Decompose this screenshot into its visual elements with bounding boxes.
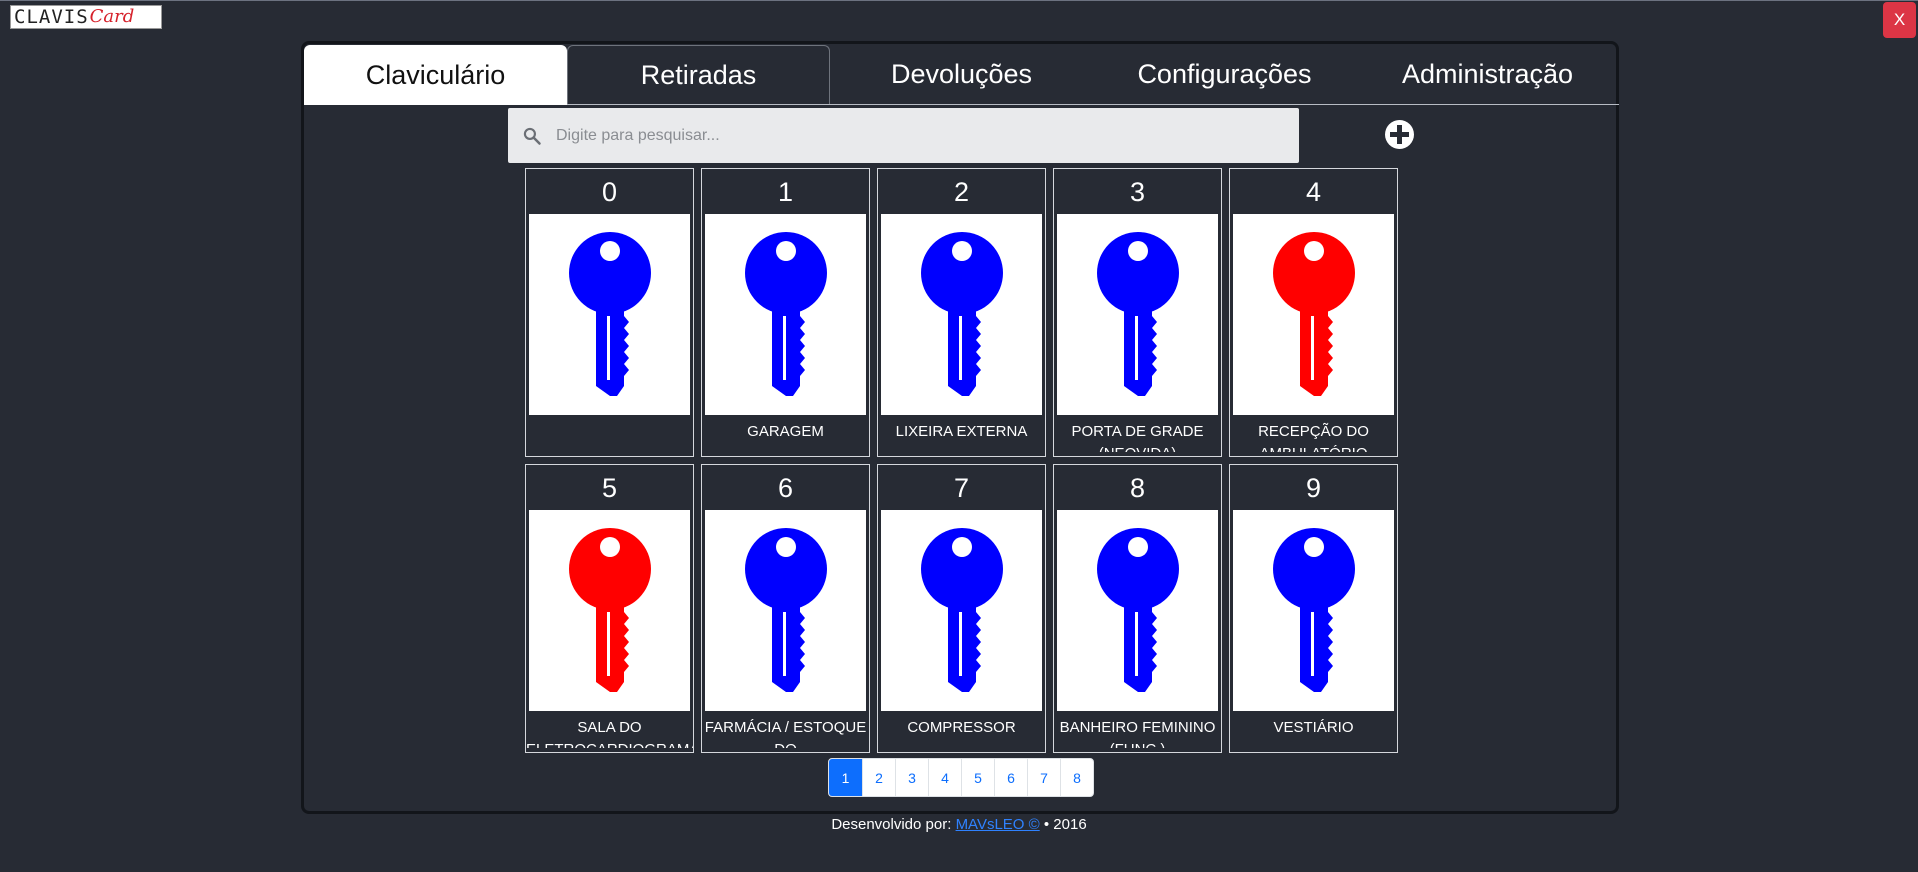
footer-suffix: • 2016	[1043, 816, 1087, 833]
clavis-card-logo: CLAVIS Card	[10, 5, 162, 29]
key-icon	[1273, 528, 1355, 692]
key-label: RECEPÇÃO DO AMBULATÓRIO	[1258, 423, 1369, 452]
key-icon	[569, 528, 651, 692]
key-label: LIXEIRA EXTERNA	[895, 423, 1028, 440]
tab-administracao[interactable]: Administração	[1356, 45, 1619, 104]
key-number: 9	[1305, 473, 1322, 503]
key-icon	[1273, 232, 1355, 396]
logo-text-card: Card	[89, 6, 135, 27]
page-link[interactable]: 3	[895, 759, 928, 796]
top-border	[0, 0, 1918, 1]
key-label: COMPRESSOR	[907, 719, 1016, 736]
page-link[interactable]: 8	[1060, 759, 1093, 796]
key-icon	[921, 528, 1003, 692]
key-number: 8	[1129, 473, 1146, 503]
key-icon	[569, 232, 651, 396]
key-card[interactable]: 2 LIXEIRA EXTERNA	[877, 168, 1046, 457]
key-label	[526, 421, 693, 452]
close-button[interactable]: X	[1883, 2, 1916, 38]
key-label: BANHEIRO FEMININO (FUNC.)	[1059, 719, 1216, 748]
tab-retiradas[interactable]: Retiradas	[567, 45, 830, 104]
key-number: 3	[1129, 177, 1146, 207]
search-bar	[508, 108, 1299, 163]
key-image	[1057, 214, 1218, 415]
key-card[interactable]: 8 BANHEIRO FEMININO (FUNC.)	[1053, 464, 1222, 753]
footer: Desenvolvido por: MAVsLEO © • 2016	[0, 816, 1918, 833]
key-label: FARMÁCIA / ESTOQUE DO	[704, 719, 867, 748]
tab-devolucoes[interactable]: Devoluções	[830, 45, 1093, 104]
key-image	[705, 214, 866, 415]
main-panel: Claviculário Retiradas Devoluções Config…	[301, 41, 1619, 814]
key-number: 1	[777, 177, 794, 207]
key-image	[1057, 510, 1218, 711]
tab-configuracoes[interactable]: Configurações	[1093, 45, 1356, 104]
key-icon	[745, 528, 827, 692]
key-card[interactable]: 5 SALA DO ELETROCARDIOGRAMA	[525, 464, 694, 753]
logo-text-clavis: CLAVIS	[14, 5, 89, 28]
tab-bar: Claviculário Retiradas Devoluções Config…	[304, 44, 1619, 105]
add-key-button[interactable]	[1385, 120, 1414, 149]
key-icon	[921, 232, 1003, 396]
page-link[interactable]: 2	[862, 759, 895, 796]
key-card[interactable]: 0	[525, 168, 694, 457]
key-card[interactable]: 4 RECEPÇÃO DO AMBULATÓRIO	[1229, 168, 1398, 457]
key-label: GARAGEM	[747, 423, 824, 440]
key-image	[705, 510, 866, 711]
key-number: 0	[601, 177, 618, 207]
search-input[interactable]	[554, 125, 1258, 146]
page-link[interactable]: 4	[928, 759, 961, 796]
tab-claviculario[interactable]: Claviculário	[304, 45, 567, 105]
key-number: 6	[777, 473, 794, 503]
search-icon	[523, 127, 541, 145]
plus-circle-icon	[1390, 125, 1409, 144]
key-card[interactable]: 9 VESTIÁRIO	[1229, 464, 1398, 753]
key-card[interactable]: 3 PORTA DE GRADE (NEOVIDA)	[1053, 168, 1222, 457]
key-number: 2	[953, 177, 970, 207]
key-image	[1233, 214, 1394, 415]
key-icon	[745, 232, 827, 396]
key-image	[529, 510, 690, 711]
pagination: 12345678	[828, 758, 1094, 797]
key-icon	[1097, 232, 1179, 396]
key-image	[881, 214, 1042, 415]
key-card[interactable]: 6 FARMÁCIA / ESTOQUE DO	[701, 464, 870, 753]
page-link[interactable]: 6	[994, 759, 1027, 796]
key-image	[529, 214, 690, 415]
footer-author-link[interactable]: MAVsLEO ©	[956, 816, 1040, 833]
key-card[interactable]: 7 COMPRESSOR	[877, 464, 1046, 753]
key-card[interactable]: 1 GARAGEM	[701, 168, 870, 457]
page-link[interactable]: 7	[1027, 759, 1060, 796]
key-icon	[1097, 528, 1179, 692]
key-number: 7	[953, 473, 970, 503]
key-image	[881, 510, 1042, 711]
key-number: 5	[601, 473, 618, 503]
key-label: SALA DO ELETROCARDIOGRAMA	[526, 719, 693, 748]
footer-prefix: Desenvolvido por:	[831, 816, 952, 833]
page-link[interactable]: 5	[961, 759, 994, 796]
key-label: PORTA DE GRADE (NEOVIDA)	[1071, 423, 1204, 452]
key-number: 4	[1305, 177, 1322, 207]
key-image	[1233, 510, 1394, 711]
key-label: VESTIÁRIO	[1273, 719, 1354, 736]
page-link[interactable]: 1	[829, 759, 862, 796]
